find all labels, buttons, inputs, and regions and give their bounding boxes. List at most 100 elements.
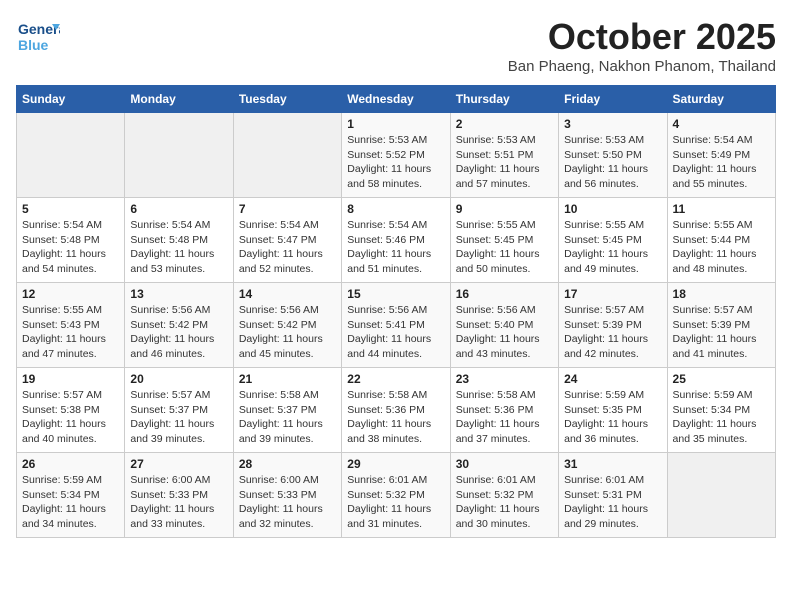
day-cell: 25Sunrise: 5:59 AM Sunset: 5:34 PM Dayli… — [667, 368, 775, 453]
week-row-3: 12 Sunrise: 5:55 AM Sunset: 5:43 PM Dayli… — [17, 283, 776, 368]
day-number: 7 — [239, 202, 336, 216]
day-info: Sunrise: 5:59 AM Sunset: 5:35 PM Dayligh… — [564, 388, 661, 447]
day-cell: 8 Sunrise: 5:54 AM Sunset: 5:46 PM Daylig… — [342, 198, 450, 283]
week-row-2: 5Sunrise: 5:54 AM Sunset: 5:48 PM Daylig… — [17, 198, 776, 283]
day-number: 11 — [673, 202, 770, 216]
day-info: Sunrise: 5:54 AM Sunset: 5:46 PM Dayligh… — [347, 218, 444, 277]
day-info: Sunrise: 5:54 AM Sunset: 5:47 PM Dayligh… — [239, 218, 336, 277]
weekday-header-tuesday: Tuesday — [233, 86, 341, 113]
weekday-header-wednesday: Wednesday — [342, 86, 450, 113]
location-subtitle: Ban Phaeng, Nakhon Phanom, Thailand — [508, 58, 776, 75]
weekday-header-monday: Monday — [125, 86, 233, 113]
day-cell: 27Sunrise: 6:00 AM Sunset: 5:33 PM Dayli… — [125, 453, 233, 538]
day-cell: 3 Sunrise: 5:53 AM Sunset: 5:50 PM Daylig… — [559, 113, 667, 198]
day-number: 14 — [239, 287, 336, 301]
day-number: 20 — [130, 372, 227, 386]
day-number: 27 — [130, 457, 227, 471]
day-info: Sunrise: 5:57 AM Sunset: 5:39 PM Dayligh… — [673, 303, 770, 362]
day-info: Sunrise: 5:56 AM Sunset: 5:40 PM Dayligh… — [456, 303, 553, 362]
day-cell — [17, 113, 125, 198]
day-cell: 19 Sunrise: 5:57 AM Sunset: 5:38 PM Dayli… — [17, 368, 125, 453]
day-info: Sunrise: 5:56 AM Sunset: 5:42 PM Dayligh… — [239, 303, 336, 362]
calendar-table: SundayMondayTuesdayWednesdayThursdayFrid… — [16, 85, 776, 538]
day-number: 8 — [347, 202, 444, 216]
day-number: 23 — [456, 372, 553, 386]
week-row-4: 19 Sunrise: 5:57 AM Sunset: 5:38 PM Dayli… — [17, 368, 776, 453]
day-info: Sunrise: 5:55 AM Sunset: 5:44 PM Dayligh… — [673, 218, 770, 277]
weekday-header-row: SundayMondayTuesdayWednesdayThursdayFrid… — [17, 86, 776, 113]
day-cell — [125, 113, 233, 198]
day-cell: 24 Sunrise: 5:59 AM Sunset: 5:35 PM Dayli… — [559, 368, 667, 453]
day-number: 1 — [347, 117, 444, 131]
day-cell: 12 Sunrise: 5:55 AM Sunset: 5:43 PM Dayli… — [17, 283, 125, 368]
page-header: General Blue October 2025 Ban Phaeng, Na… — [16, 16, 776, 75]
day-info: Sunrise: 5:56 AM Sunset: 5:42 PM Dayligh… — [130, 303, 227, 362]
month-title: October 2025 — [508, 16, 776, 58]
day-cell: 1Sunrise: 5:53 AM Sunset: 5:52 PM Daylig… — [342, 113, 450, 198]
day-cell: 13 Sunrise: 5:56 AM Sunset: 5:42 PM Dayli… — [125, 283, 233, 368]
day-cell: 20 Sunrise: 5:57 AM Sunset: 5:37 PM Dayli… — [125, 368, 233, 453]
day-cell: 4 Sunrise: 5:54 AM Sunset: 5:49 PM Daylig… — [667, 113, 775, 198]
weekday-header-thursday: Thursday — [450, 86, 558, 113]
day-cell — [667, 453, 775, 538]
day-info: Sunrise: 5:58 AM Sunset: 5:37 PM Dayligh… — [239, 388, 336, 447]
day-info: Sunrise: 5:56 AM Sunset: 5:41 PM Dayligh… — [347, 303, 444, 362]
day-info: Sunrise: 5:54 AM Sunset: 5:49 PM Dayligh… — [673, 133, 770, 192]
day-number: 3 — [564, 117, 661, 131]
day-number: 15 — [347, 287, 444, 301]
day-info: Sunrise: 5:59 AM Sunset: 5:34 PM Dayligh… — [22, 473, 119, 532]
day-cell: 14 Sunrise: 5:56 AM Sunset: 5:42 PM Dayli… — [233, 283, 341, 368]
day-cell: 31 Sunrise: 6:01 AM Sunset: 5:31 PM Dayli… — [559, 453, 667, 538]
day-cell: 26 Sunrise: 5:59 AM Sunset: 5:34 PM Dayli… — [17, 453, 125, 538]
day-number: 26 — [22, 457, 119, 471]
day-number: 24 — [564, 372, 661, 386]
day-number: 18 — [673, 287, 770, 301]
day-info: Sunrise: 5:58 AM Sunset: 5:36 PM Dayligh… — [456, 388, 553, 447]
day-cell: 9 Sunrise: 5:55 AM Sunset: 5:45 PM Daylig… — [450, 198, 558, 283]
day-cell: 2Sunrise: 5:53 AM Sunset: 5:51 PM Daylig… — [450, 113, 558, 198]
day-number: 16 — [456, 287, 553, 301]
day-number: 13 — [130, 287, 227, 301]
day-cell: 23 Sunrise: 5:58 AM Sunset: 5:36 PM Dayli… — [450, 368, 558, 453]
day-info: Sunrise: 5:54 AM Sunset: 5:48 PM Dayligh… — [130, 218, 227, 277]
day-cell — [233, 113, 341, 198]
day-number: 12 — [22, 287, 119, 301]
day-cell: 29Sunrise: 6:01 AM Sunset: 5:32 PM Dayli… — [342, 453, 450, 538]
day-info: Sunrise: 5:53 AM Sunset: 5:50 PM Dayligh… — [564, 133, 661, 192]
day-cell: 28 Sunrise: 6:00 AM Sunset: 5:33 PM Dayli… — [233, 453, 341, 538]
day-info: Sunrise: 5:55 AM Sunset: 5:45 PM Dayligh… — [564, 218, 661, 277]
day-cell: 16 Sunrise: 5:56 AM Sunset: 5:40 PM Dayli… — [450, 283, 558, 368]
week-row-1: 1Sunrise: 5:53 AM Sunset: 5:52 PM Daylig… — [17, 113, 776, 198]
day-info: Sunrise: 5:57 AM Sunset: 5:39 PM Dayligh… — [564, 303, 661, 362]
day-info: Sunrise: 5:55 AM Sunset: 5:45 PM Dayligh… — [456, 218, 553, 277]
day-number: 19 — [22, 372, 119, 386]
day-number: 28 — [239, 457, 336, 471]
day-info: Sunrise: 5:57 AM Sunset: 5:38 PM Dayligh… — [22, 388, 119, 447]
day-info: Sunrise: 6:00 AM Sunset: 5:33 PM Dayligh… — [239, 473, 336, 532]
weekday-header-friday: Friday — [559, 86, 667, 113]
day-number: 31 — [564, 457, 661, 471]
day-cell: 30Sunrise: 6:01 AM Sunset: 5:32 PM Dayli… — [450, 453, 558, 538]
day-cell: 11 Sunrise: 5:55 AM Sunset: 5:44 PM Dayli… — [667, 198, 775, 283]
day-info: Sunrise: 5:54 AM Sunset: 5:48 PM Dayligh… — [22, 218, 119, 277]
day-cell: 10 Sunrise: 5:55 AM Sunset: 5:45 PM Dayli… — [559, 198, 667, 283]
day-info: Sunrise: 6:01 AM Sunset: 5:31 PM Dayligh… — [564, 473, 661, 532]
day-number: 9 — [456, 202, 553, 216]
day-cell: 22 Sunrise: 5:58 AM Sunset: 5:36 PM Dayli… — [342, 368, 450, 453]
day-number: 10 — [564, 202, 661, 216]
day-cell: 17 Sunrise: 5:57 AM Sunset: 5:39 PM Dayli… — [559, 283, 667, 368]
day-info: Sunrise: 5:57 AM Sunset: 5:37 PM Dayligh… — [130, 388, 227, 447]
day-info: Sunrise: 5:58 AM Sunset: 5:36 PM Dayligh… — [347, 388, 444, 447]
day-number: 21 — [239, 372, 336, 386]
day-number: 17 — [564, 287, 661, 301]
day-info: Sunrise: 5:55 AM Sunset: 5:43 PM Dayligh… — [22, 303, 119, 362]
day-number: 4 — [673, 117, 770, 131]
day-number: 22 — [347, 372, 444, 386]
weekday-header-saturday: Saturday — [667, 86, 775, 113]
day-cell: 6Sunrise: 5:54 AM Sunset: 5:48 PM Daylig… — [125, 198, 233, 283]
day-info: Sunrise: 6:01 AM Sunset: 5:32 PM Dayligh… — [456, 473, 553, 532]
day-info: Sunrise: 5:53 AM Sunset: 5:51 PM Dayligh… — [456, 133, 553, 192]
svg-text:General: General — [18, 21, 60, 37]
svg-text:Blue: Blue — [18, 37, 49, 53]
day-number: 25 — [673, 372, 770, 386]
